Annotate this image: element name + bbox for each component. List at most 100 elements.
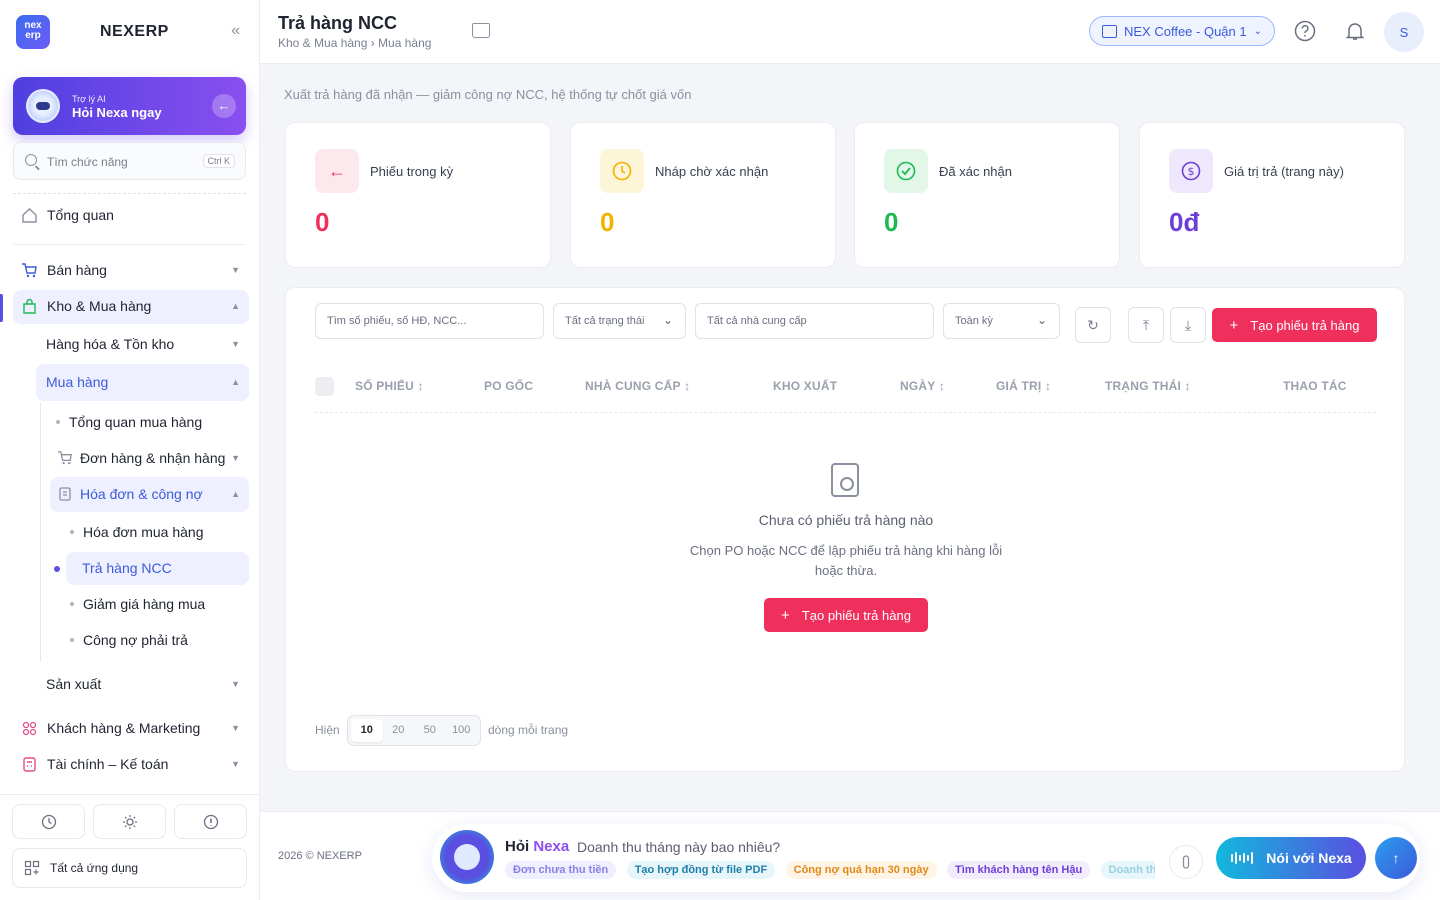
sidebar-item-discounts[interactable]: Giảm giá hàng mua — [70, 594, 245, 614]
sidebar-item-orders[interactable]: Đơn hàng & nhận hàng ▼ — [56, 448, 240, 468]
stat-card-drafts: Nháp chờ xác nhận 0 — [570, 122, 836, 268]
create-return-label: Tạo phiếu trả hàng — [1250, 317, 1360, 333]
upload-button[interactable]: ⤒ — [1128, 307, 1164, 343]
waveform-icon — [1231, 852, 1254, 864]
arrow-left-icon[interactable]: ← — [212, 94, 236, 118]
supplier-filter[interactable]: Tất cả nhà cung cấp — [695, 303, 934, 339]
pager-suffix: dòng mỗi trang — [488, 723, 569, 737]
page-size-option[interactable]: 100 — [446, 719, 478, 742]
alert-button[interactable] — [174, 804, 247, 839]
page-size-option[interactable]: 20 — [383, 719, 415, 742]
chevron-up-icon: ▲ — [231, 377, 240, 387]
suggestion-chip[interactable]: Công nợ quá hạn 30 ngày — [785, 861, 937, 879]
divider — [13, 193, 246, 194]
footer: 2026 © NEXERP Hỏi Nexa Doanh thu tháng n… — [260, 811, 1440, 900]
talk-to-nexa-button[interactable]: Nói với Nexa — [1216, 837, 1366, 879]
chevron-down-icon: ▼ — [231, 759, 240, 769]
chevron-down-icon: ⌄ — [1036, 313, 1047, 327]
sidebar-item-purchasing[interactable]: Mua hàng ▲ — [46, 372, 240, 392]
dollar-icon: $ — [1169, 149, 1213, 193]
search-icon — [25, 154, 37, 166]
period-filter[interactable]: Toàn kỳ ⌄ — [943, 303, 1060, 339]
empty-create-button[interactable]: + Tạo phiếu trả hàng — [764, 598, 928, 632]
ai-card-caption: Trợ lý AI — [72, 94, 106, 104]
sidebar-item-label: Giảm giá hàng mua — [83, 596, 206, 612]
theme-button[interactable] — [93, 804, 166, 839]
sidebar-item-supplier-returns[interactable]: Trả hàng NCC — [82, 558, 242, 578]
search-input[interactable]: Tìm chức năng — [47, 155, 128, 169]
sidebar-item-invoices[interactable]: Hóa đơn & công nợ ▲ — [56, 484, 240, 504]
chevron-down-icon: ▼ — [231, 265, 240, 275]
col-header-date[interactable]: NGÀY ↕ — [900, 379, 945, 393]
svg-text:$: $ — [1188, 165, 1195, 178]
sidebar-item-overview[interactable]: Tổng quan — [20, 205, 245, 225]
send-button[interactable]: ↑ — [1375, 837, 1417, 879]
store-icon — [1102, 24, 1117, 38]
col-header-status[interactable]: TRẠNG THÁI ↕ — [1105, 379, 1191, 393]
sidebar-item-production[interactable]: Sản xuất ▼ — [46, 674, 240, 694]
sidebar-item-purchase-invoices[interactable]: Hóa đơn mua hàng — [70, 522, 245, 542]
suggestion-chip[interactable]: Đơn chưa thu tiền — [505, 861, 617, 879]
status-filter[interactable]: Tất cả trạng thái ⌄ — [553, 303, 686, 339]
refresh-button[interactable]: ↻ — [1075, 307, 1111, 343]
sidebar-item-sales[interactable]: Bán hàng ▼ — [20, 260, 240, 280]
stat-card-confirmed: Đã xác nhận 0 — [854, 122, 1120, 268]
store-name: NEX Coffee - Quận 1 — [1124, 23, 1247, 39]
suggestion-chip[interactable]: Doanh thu — [1100, 861, 1155, 879]
ask-nexa-bar: Hỏi Nexa Doanh thu tháng này bao nhiêu? … — [432, 824, 1420, 892]
all-apps-button[interactable]: Tất cả ứng dụng — [12, 848, 247, 888]
function-search[interactable]: Tìm chức năng Ctrl K — [13, 142, 246, 180]
plus-icon: + — [1229, 316, 1239, 334]
suggestion-chips: Đơn chưa thu tiền Tạo hợp đồng từ file P… — [505, 860, 1155, 882]
suggestion-chip[interactable]: Tạo hợp đồng từ file PDF — [626, 861, 776, 879]
page-size-option[interactable]: 10 — [351, 719, 383, 742]
create-return-button[interactable]: + Tạo phiếu trả hàng — [1212, 308, 1377, 342]
active-indicator — [0, 294, 3, 322]
col-header-code[interactable]: SỐ PHIẾU ↕ — [355, 379, 424, 393]
history-button[interactable] — [12, 804, 85, 839]
select-all-checkbox[interactable] — [315, 377, 334, 396]
col-header-warehouse: KHO XUẤT — [773, 379, 838, 393]
breadcrumb[interactable]: Kho & Mua hàng › Mua hàng — [278, 36, 431, 50]
attach-icon[interactable] — [1169, 845, 1203, 879]
calculator-icon — [20, 755, 38, 773]
ai-card-title: Hỏi Nexa ngay — [72, 105, 162, 120]
page-size-option[interactable]: 50 — [414, 719, 446, 742]
col-header-supplier[interactable]: NHÀ CUNG CẤP ↕ — [585, 379, 690, 393]
copyright: 2026 © NEXERP — [278, 850, 362, 862]
sidebar-item-goods[interactable]: Hàng hóa & Tồn kho ▼ — [46, 334, 240, 354]
returns-panel: Tìm số phiếu, số HĐ, NCC... Tất cả trạng… — [285, 287, 1405, 772]
stat-value: 0 — [884, 207, 899, 237]
sidebar-item-payables[interactable]: Công nợ phải trả — [70, 630, 245, 650]
suggestion-chip[interactable]: Tìm khách hàng tên Hậu — [947, 861, 1091, 879]
download-icon: ⤓ — [1184, 316, 1192, 333]
bullet-icon — [56, 420, 60, 424]
sidebar-item-crm[interactable]: Khách hàng & Marketing ▼ — [20, 718, 240, 738]
search-input[interactable]: Tìm số phiếu, số HĐ, NCC... — [315, 303, 544, 339]
brand[interactable]: nex erp NEXERP « — [16, 15, 250, 49]
empty-title: Chưa có phiếu trả hàng nào — [758, 512, 934, 528]
clock-icon — [41, 814, 56, 829]
download-button[interactable]: ⤓ — [1170, 307, 1206, 343]
help-icon[interactable] — [1293, 19, 1317, 43]
collapse-sidebar-icon[interactable]: « — [231, 22, 240, 40]
invoice-icon — [56, 485, 74, 503]
store-selector[interactable]: NEX Coffee - Quận 1 ⌄ — [1089, 16, 1275, 46]
sidebar-quick-actions — [12, 804, 247, 839]
page-title: Trả hàng NCC — [278, 13, 398, 33]
sidebar-item-label: Sản xuất — [46, 676, 102, 692]
sidebar-item-warehouse[interactable]: Kho & Mua hàng ▲ — [20, 296, 240, 316]
user-avatar[interactable]: S — [1384, 12, 1424, 52]
folder-icon[interactable] — [472, 23, 490, 38]
bullet-icon — [70, 530, 74, 534]
sidebar-item-purchasing-overview[interactable]: Tổng quan mua hàng — [56, 412, 246, 432]
sidebar-item-label: Mua hàng — [46, 374, 109, 390]
refresh-icon: ↻ — [1087, 316, 1099, 333]
bell-icon[interactable] — [1343, 19, 1367, 43]
ask-input[interactable]: Doanh thu tháng này bao nhiêu? — [577, 839, 780, 855]
home-icon — [20, 206, 38, 224]
col-header-value[interactable]: GIÁ TRỊ ↕ — [996, 379, 1051, 393]
sidebar-item-label: Kho & Mua hàng — [47, 298, 152, 314]
sidebar-item-finance[interactable]: Tài chính – Kế toán ▼ — [20, 754, 240, 774]
ai-assistant-card[interactable]: Trợ lý AI Hỏi Nexa ngay ← — [13, 77, 246, 135]
